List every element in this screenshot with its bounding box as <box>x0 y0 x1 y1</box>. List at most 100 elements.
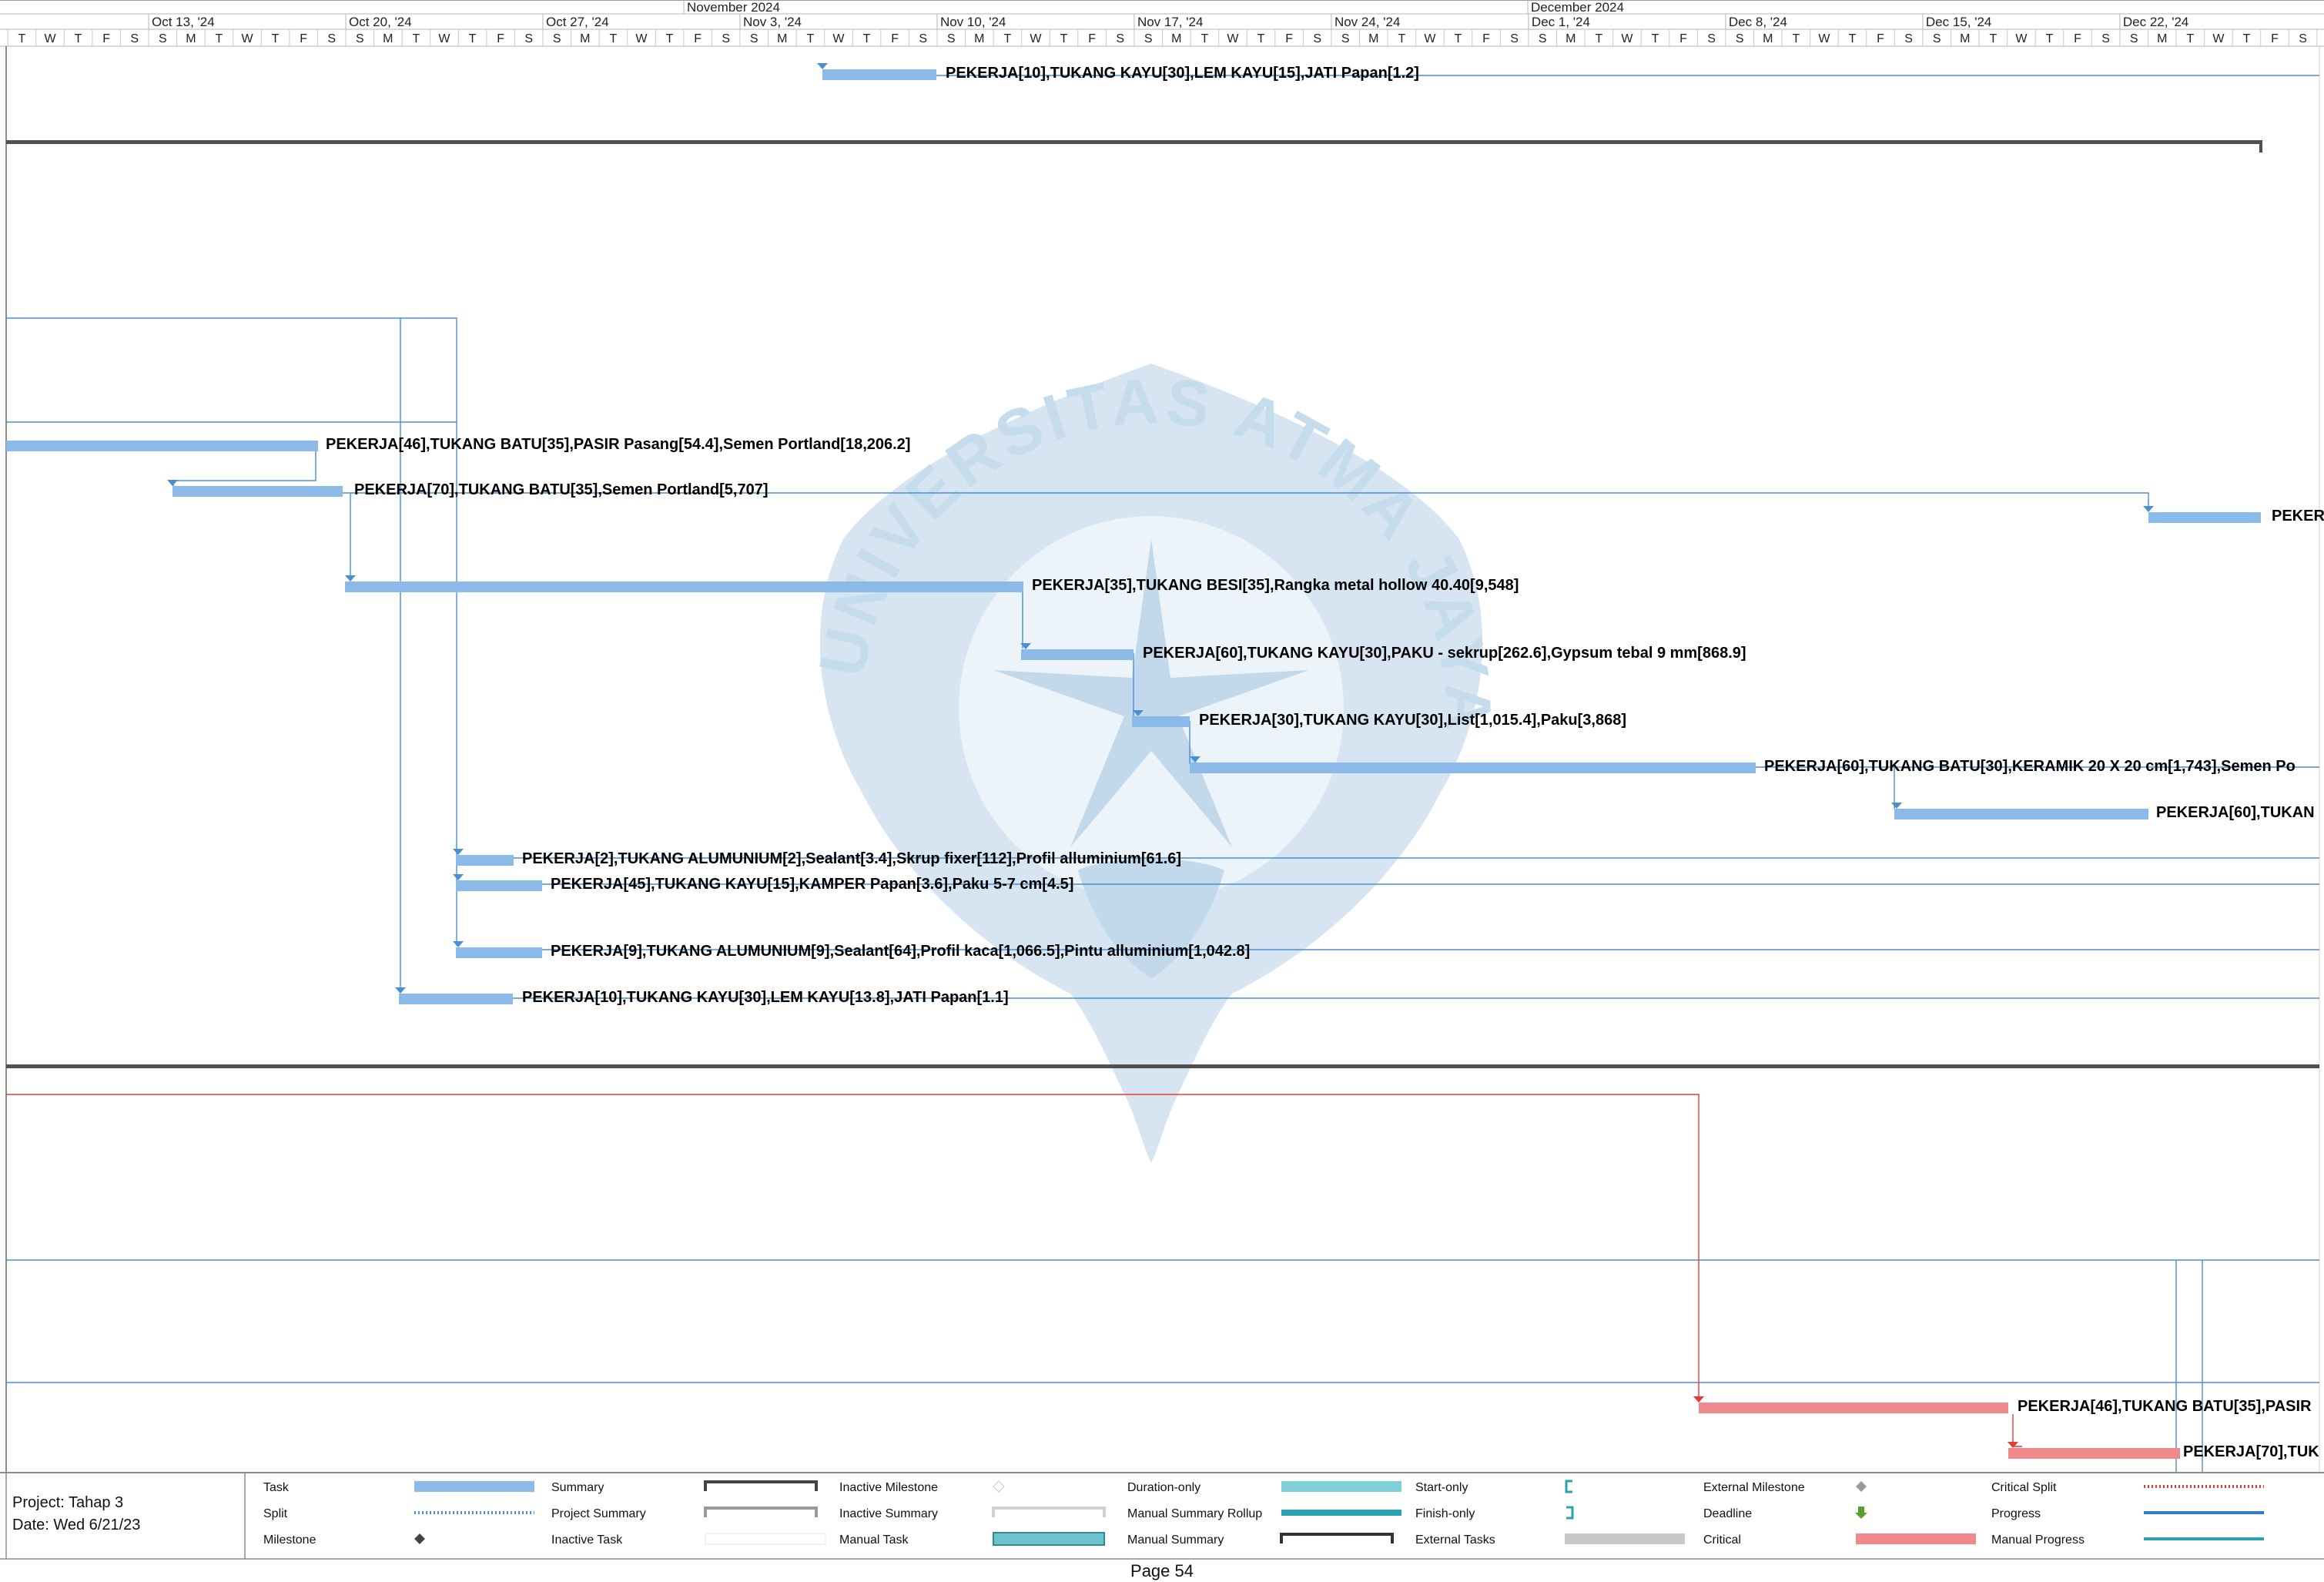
task-resource-label: PEKERJA[70],TUK <box>2183 1443 2319 1460</box>
day-letter: T <box>1989 32 1997 45</box>
day-letter: T <box>1455 32 1462 45</box>
legend-item: Inactive Summary <box>839 1507 1106 1520</box>
gantt-page: November 2024 December 2024 Oct 13, '24 O… <box>0 0 2324 1580</box>
day-letter: F <box>300 32 307 45</box>
task-bar-group[interactable]: PEKERJA[10],TUKANG KAYU[30],LEM KAYU[15]… <box>817 63 1419 82</box>
day-letter: S <box>1313 32 1321 45</box>
manual-summary-rollup-line-icon <box>1281 1510 1401 1516</box>
task-bar[interactable] <box>1894 809 2148 819</box>
day-letter: S <box>1341 32 1350 45</box>
task-bar[interactable] <box>2148 512 2261 523</box>
day-letter: F <box>2271 32 2279 45</box>
legend-label: Inactive Task <box>551 1533 623 1547</box>
link-arrow-icon <box>453 874 464 880</box>
day-letter: T <box>1398 32 1405 45</box>
day-letter: M <box>186 32 196 45</box>
legend-label: Deadline <box>1703 1507 1752 1520</box>
legend-item: Finish-only <box>1415 1506 1574 1520</box>
day-letter: S <box>2101 32 2110 45</box>
legend-label: Task <box>263 1481 290 1494</box>
day-letter: T <box>1595 32 1602 45</box>
task-bar[interactable] <box>456 855 514 866</box>
day-letter: F <box>497 32 504 45</box>
task-bar-group[interactable]: PEKERJA[70],TUKANG BATU[35],Semen Portla… <box>167 480 769 498</box>
day-letter: T <box>1257 32 1265 45</box>
day-letter: T <box>807 32 815 45</box>
milestone-diamond-icon <box>414 1533 425 1544</box>
day-letter: W <box>44 32 56 45</box>
legend-item: Critical <box>1703 1533 1976 1547</box>
task-bar[interactable] <box>1021 649 1134 660</box>
day-letter: F <box>891 32 899 45</box>
day-letter: S <box>750 32 758 45</box>
duration-only-bar-icon <box>1281 1481 1401 1492</box>
task-bar-group[interactable]: PEKER <box>2143 506 2324 525</box>
task-bar[interactable] <box>1190 763 1756 773</box>
legend-item: Deadline <box>1703 1507 1867 1520</box>
day-letter: S <box>553 32 561 45</box>
day-letter: W <box>241 32 253 45</box>
week-label: Nov 10, '24 <box>940 15 1006 29</box>
task-bar[interactable] <box>1132 716 1190 727</box>
legend-label: Manual Summary <box>1127 1533 1224 1547</box>
task-bar[interactable] <box>6 441 318 451</box>
day-letter: F <box>1877 32 1884 45</box>
link-arrow-icon <box>167 480 178 486</box>
task-bar-group[interactable]: PEKERJA[60],TUKAN <box>1891 803 2315 821</box>
legend-item: Duration-only <box>1127 1481 1401 1494</box>
task-resource-label: PEKERJA[46],TUKANG BATU[35],PASIR <box>2018 1398 2312 1415</box>
legend-label: Manual Summary Rollup <box>1127 1507 1262 1520</box>
link-arrow-icon <box>453 849 464 855</box>
task-bar-group[interactable]: PEKERJA[45],TUKANG KAYU[15],KAMPER Papan… <box>453 874 1073 893</box>
task-bar-group[interactable]: PEKERJA[70],TUK <box>2008 1442 2319 1460</box>
legend-label: Milestone <box>263 1533 316 1547</box>
legend-item: External Milestone <box>1703 1481 1867 1494</box>
day-letter: T <box>1849 32 1857 45</box>
task-bar-group[interactable]: PEKERJA[30],TUKANG KAYU[30],List[1,015.4… <box>1132 710 1626 729</box>
link-arrow-icon <box>453 941 464 947</box>
project-summary-bracket-icon <box>704 1507 818 1517</box>
day-letter: F <box>102 32 110 45</box>
critical-task-bar[interactable] <box>1699 1403 2008 1413</box>
day-letter: T <box>413 32 420 45</box>
day-letter: F <box>1088 32 1096 45</box>
legend-label: Project Summary <box>551 1507 646 1520</box>
task-resource-label: PEKERJA[10],TUKANG KAYU[30],LEM KAYU[15]… <box>946 65 1419 82</box>
day-letter: F <box>2074 32 2081 45</box>
day-letter: W <box>1621 32 1633 45</box>
day-letter: M <box>2157 32 2167 45</box>
task-resource-label: PEKER <box>2272 508 2324 525</box>
day-letter: W <box>1818 32 1830 45</box>
task-bar[interactable] <box>456 880 542 891</box>
legend-item: Split <box>263 1507 534 1520</box>
summary-bar[interactable] <box>6 140 2262 153</box>
day-letter: W <box>2015 32 2028 45</box>
task-bar[interactable] <box>399 994 513 1004</box>
day-letter: S <box>327 32 336 45</box>
legend-item: Inactive Milestone <box>839 1480 1005 1494</box>
task-bar-group[interactable]: PEKERJA[10],TUKANG KAYU[30],LEM KAYU[13.… <box>395 987 1009 1006</box>
task-bar[interactable] <box>822 69 936 80</box>
deadline-arrow-icon <box>1855 1507 1867 1519</box>
summary-bar[interactable] <box>6 1064 2319 1068</box>
day-letter: T <box>1792 32 1800 45</box>
day-letter: F <box>694 32 702 45</box>
task-bar[interactable] <box>172 486 343 497</box>
task-bar-group[interactable]: PEKERJA[9],TUKANG ALUMUNIUM[9],Sealant[6… <box>453 941 1250 960</box>
task-bar[interactable] <box>456 947 542 958</box>
day-letter: T <box>1003 32 1011 45</box>
day-letter: T <box>610 32 618 45</box>
manual-task-bar-icon <box>993 1532 1105 1546</box>
week-label: Dec 8, '24 <box>1729 15 1787 29</box>
day-letter: W <box>1227 32 1239 45</box>
task-bar[interactable] <box>345 582 1023 592</box>
critical-task-bar[interactable] <box>2008 1448 2180 1459</box>
task-bar-group[interactable]: PEKERJA[46],TUKANG BATU[35],PASIR <box>1693 1396 2312 1415</box>
day-letter: S <box>1144 32 1153 45</box>
day-letter: M <box>1566 32 1576 45</box>
task-resource-label: PEKERJA[9],TUKANG ALUMUNIUM[9],Sealant[6… <box>551 943 1250 960</box>
task-bar-group[interactable]: PEKERJA[2],TUKANG ALUMUNIUM[2],Sealant[3… <box>453 849 1181 867</box>
day-letter: T <box>272 32 280 45</box>
task-bar-group[interactable]: PEKERJA[46],TUKANG BATU[35],PASIR Pasang… <box>6 436 910 453</box>
legend-label: Summary <box>551 1481 604 1494</box>
